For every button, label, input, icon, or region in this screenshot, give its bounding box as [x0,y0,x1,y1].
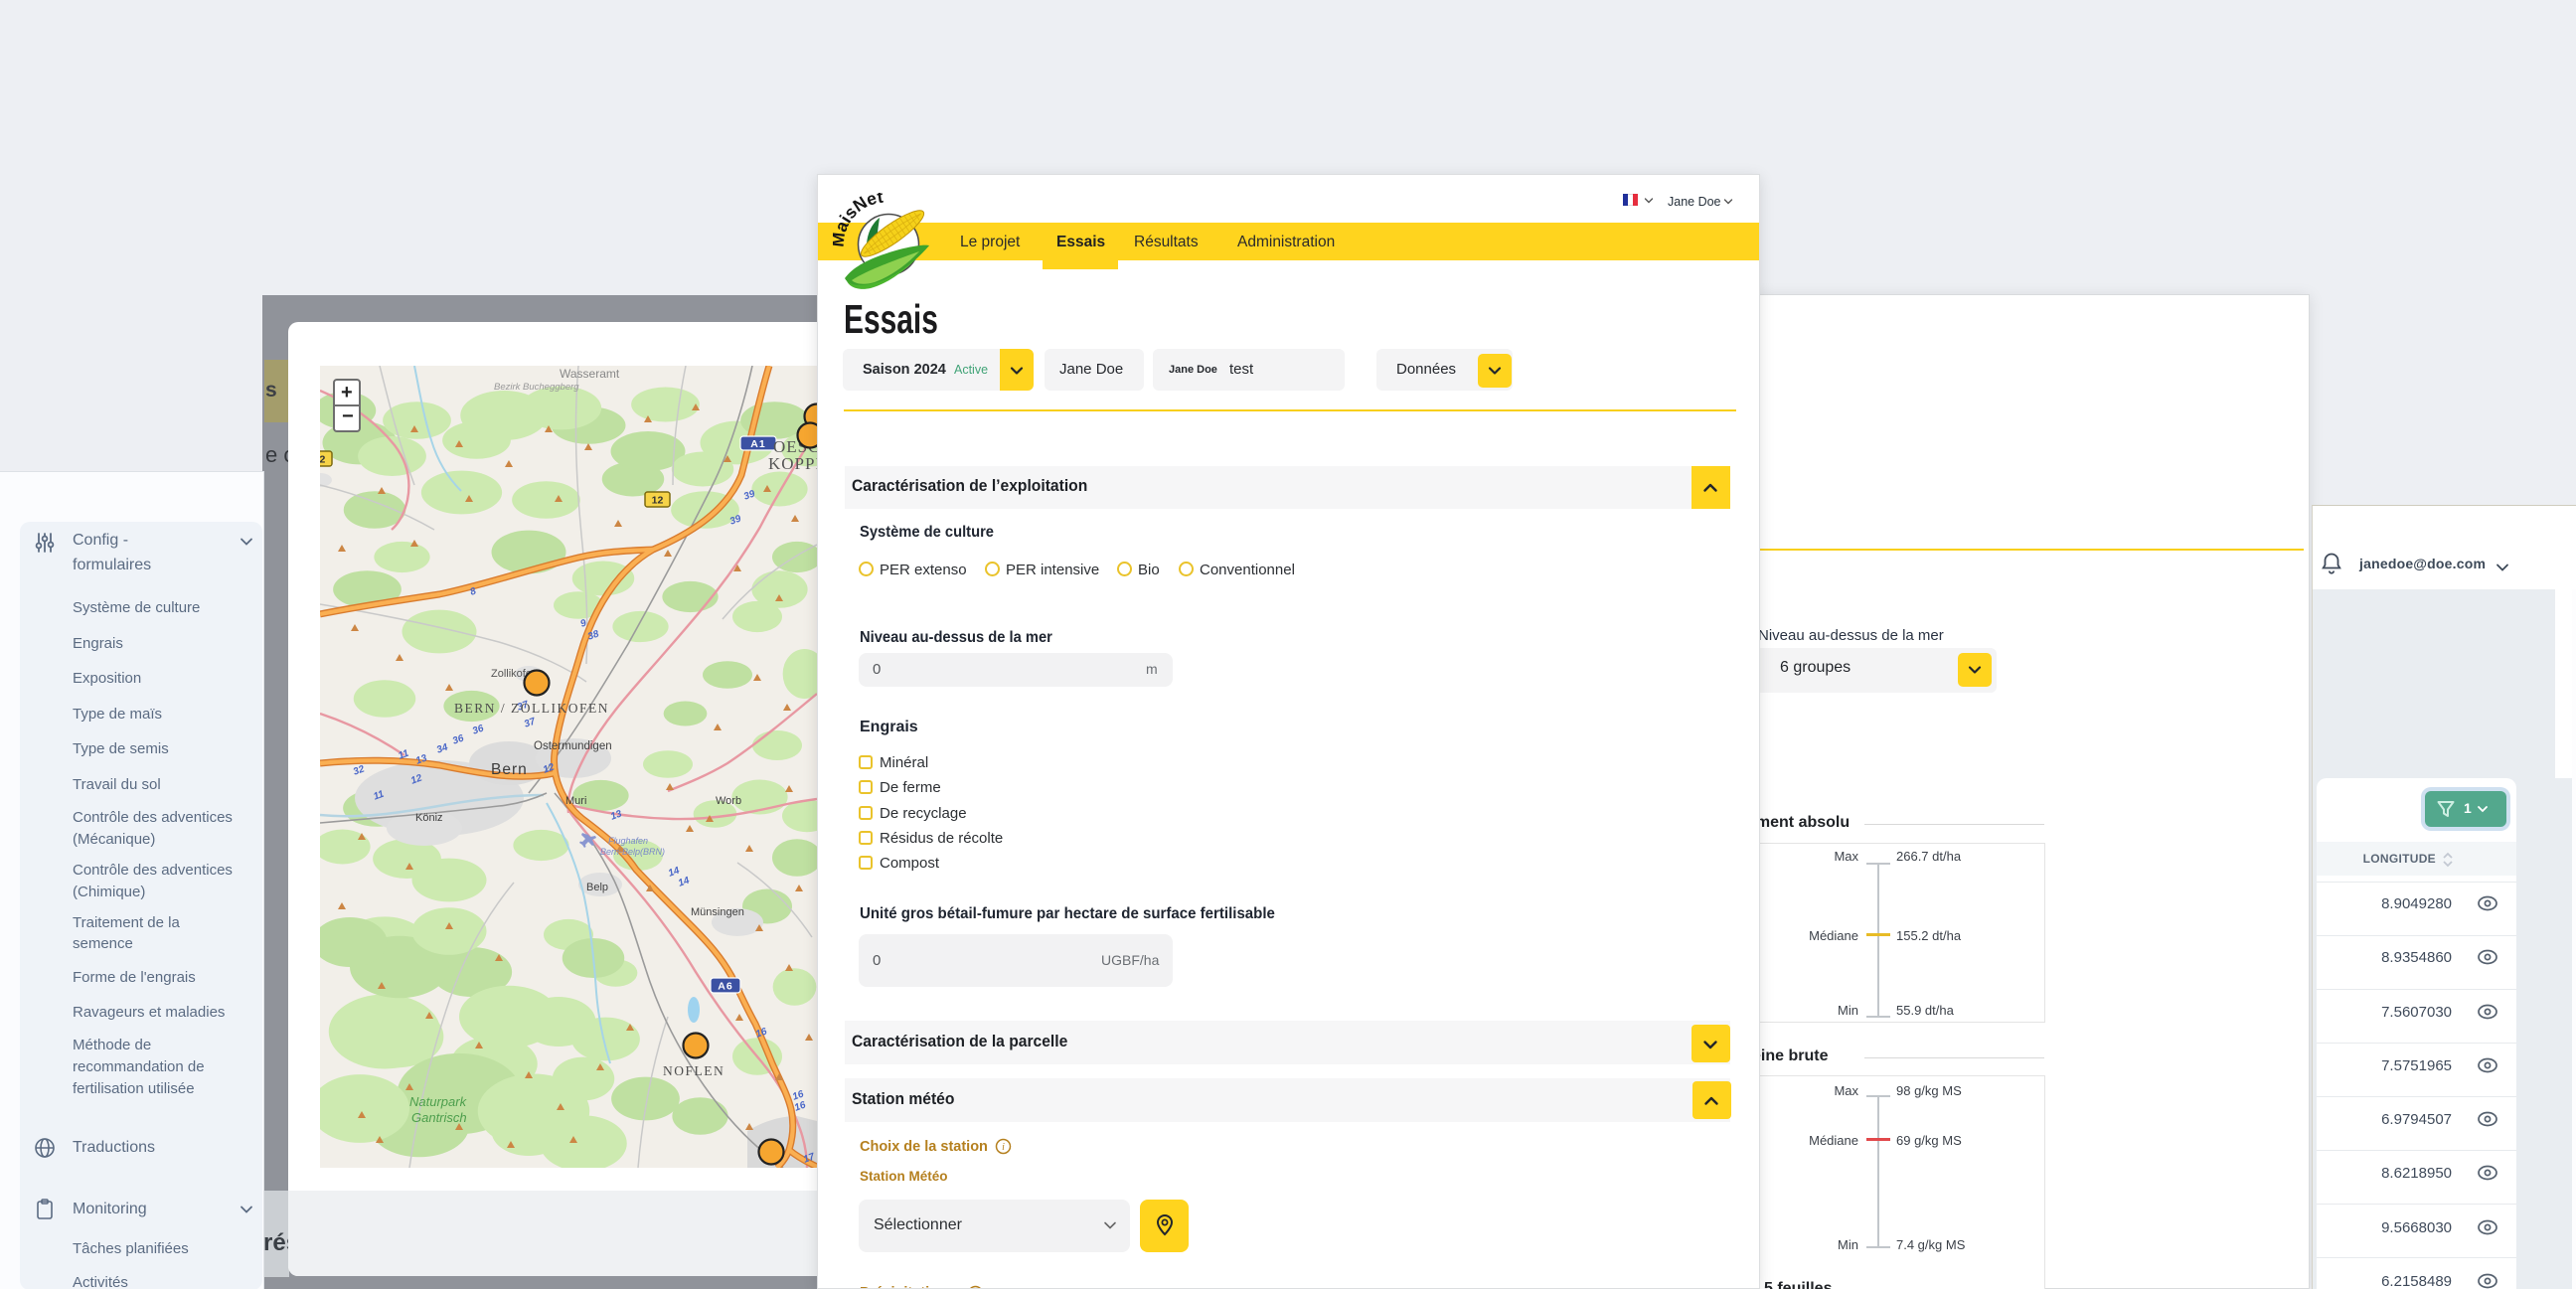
svg-text:12: 12 [652,495,664,507]
svg-text:A1: A1 [750,438,765,450]
svg-text:KOPPI: KOPPI [768,454,817,473]
svg-text:Wasseramt: Wasseramt [560,367,620,381]
svg-text:Naturpark: Naturpark [409,1094,468,1109]
svg-text:Ostermundigen: Ostermundigen [534,740,612,752]
svg-text:Münsingen: Münsingen [691,906,744,918]
svg-text:Köniz: Köniz [415,812,443,824]
svg-text:BERN / ZOLLIKOFEN: BERN / ZOLLIKOFEN [454,701,609,716]
svg-text:Belp: Belp [586,882,608,893]
svg-text:Bern-Belp(BRN): Bern-Belp(BRN) [600,847,665,857]
svg-text:i: i [1002,1142,1005,1153]
svg-text:Gantrisch: Gantrisch [411,1110,467,1125]
svg-text:A6: A6 [718,981,732,993]
svg-text:Muri: Muri [565,795,586,807]
svg-text:Worb: Worb [716,795,741,807]
svg-text:Bezirk Bucheggberg: Bezirk Bucheggberg [494,382,579,393]
svg-text:Bern: Bern [491,761,528,778]
svg-text:Flughafen: Flughafen [608,836,648,846]
svg-text:12: 12 [320,454,325,466]
svg-text:NOFLEN: NOFLEN [663,1063,724,1078]
